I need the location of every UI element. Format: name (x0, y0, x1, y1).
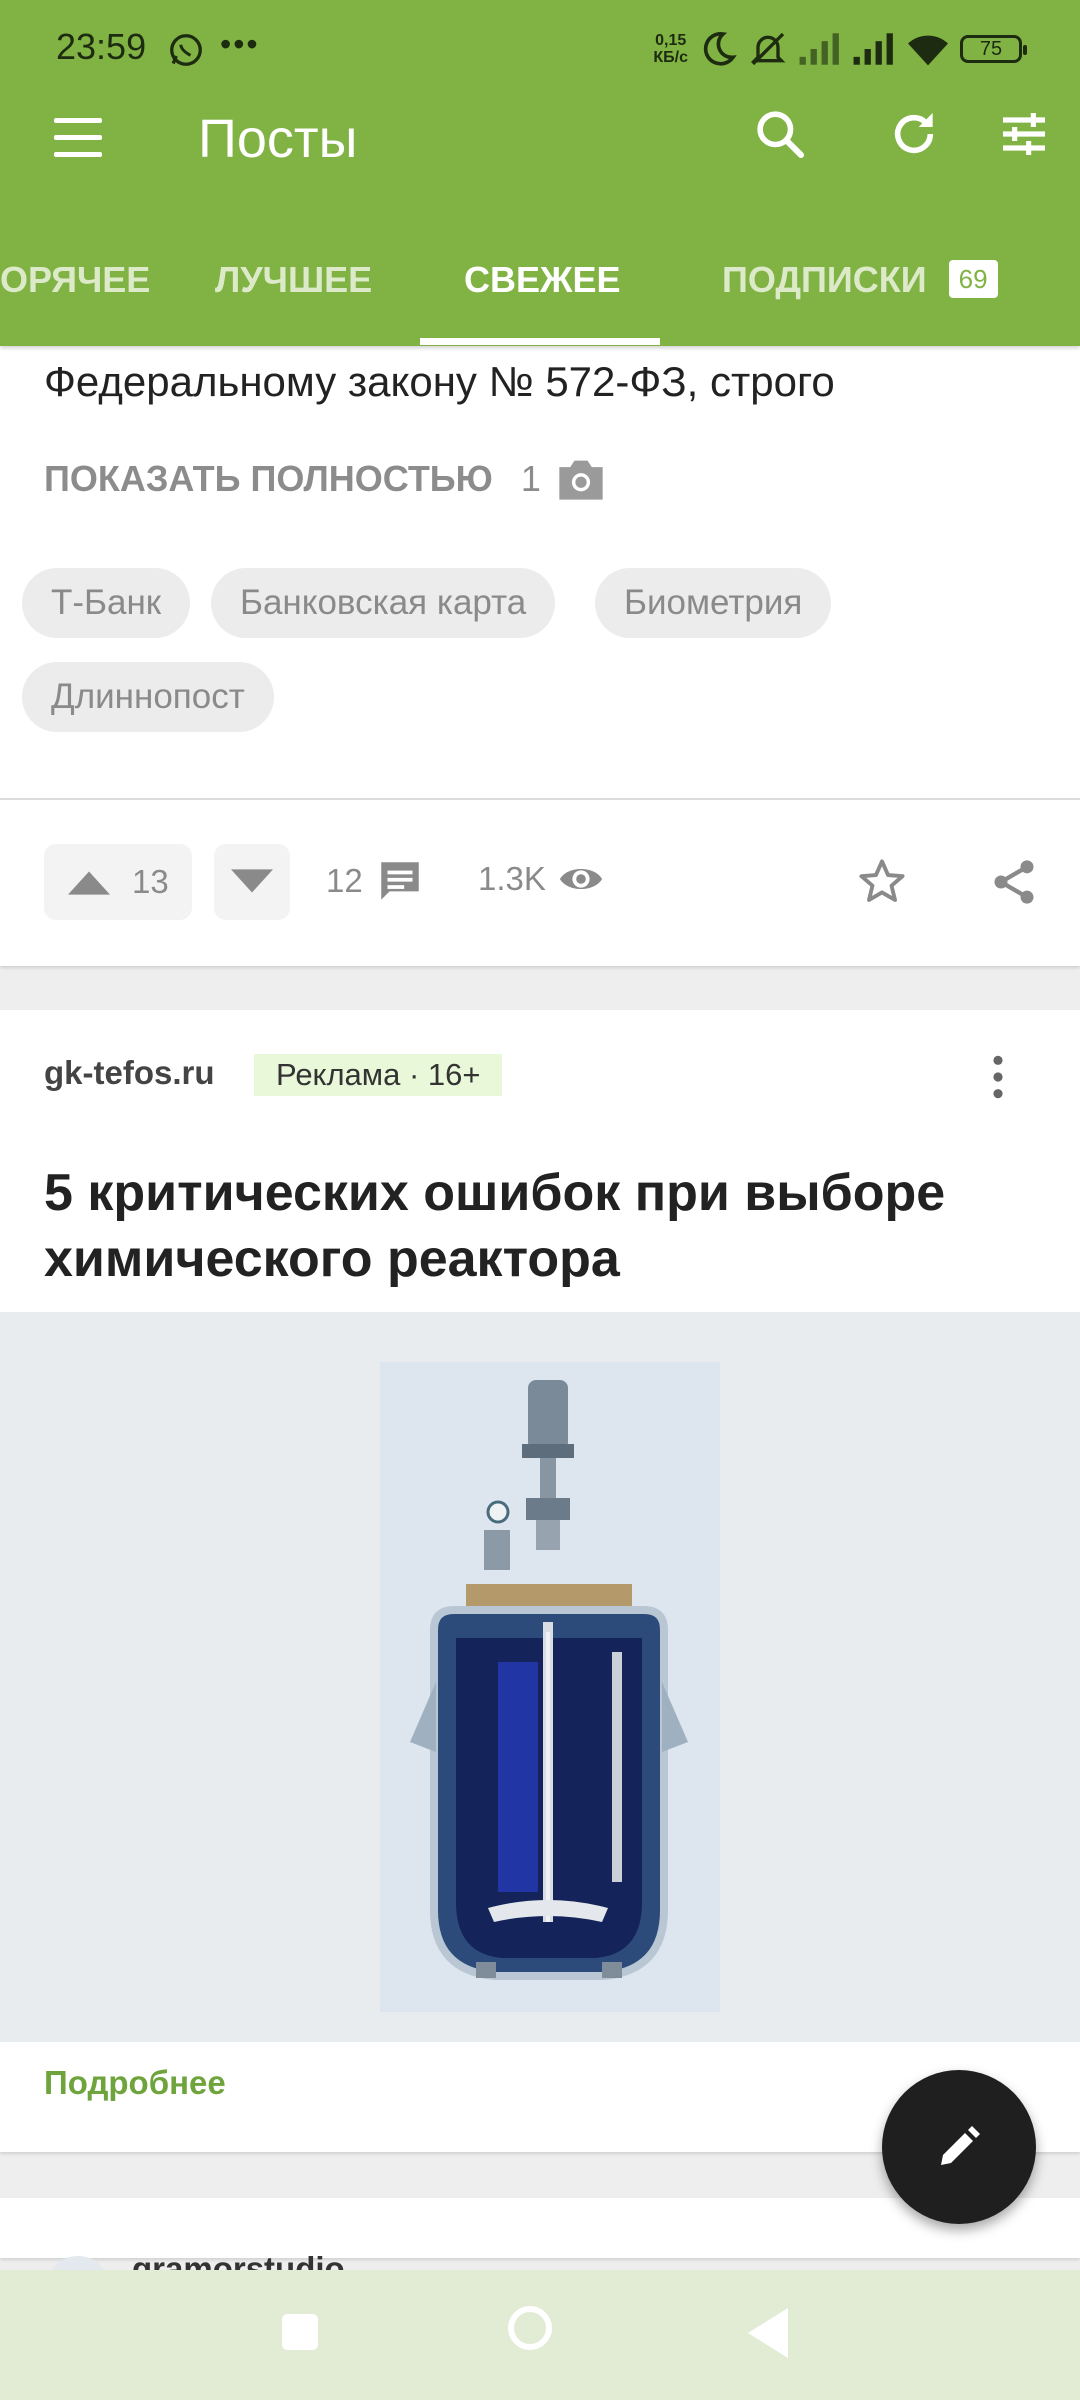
tab-subscriptions-label: ПОДПИСКИ (722, 259, 927, 300)
kebab-menu-icon[interactable] (984, 1052, 1012, 1102)
downvote-button[interactable] (214, 844, 290, 920)
photo-count: 1 (520, 458, 541, 499)
ad-more-link[interactable]: Подробнее (44, 2064, 226, 2102)
ad-label: Реклама · 16+ (254, 1054, 503, 1096)
refresh-icon[interactable] (886, 106, 942, 162)
ad-card: gk-tefos.ru Реклама · 16+ 5 критических … (0, 1010, 1080, 2152)
filter-icon[interactable] (996, 106, 1052, 162)
tag-chip[interactable]: Длиннопост (22, 662, 274, 732)
ad-title[interactable]: 5 критических ошибок при выборе химическ… (44, 1160, 1044, 1292)
views-count: 1.3K (478, 860, 546, 897)
pencil-icon (941, 2126, 980, 2165)
ad-source[interactable]: gk-tefos.ru (44, 1054, 215, 1092)
comments-count: 12 (326, 862, 363, 899)
rating-count: 13 (132, 863, 169, 900)
status-time: 23:59 (56, 26, 147, 67)
net-speed-unit: КБ/с (653, 49, 688, 66)
create-post-button[interactable] (882, 2070, 1036, 2224)
status-icons: 0,15 КБ/с 75 (653, 24, 1027, 74)
share-icon[interactable] (988, 856, 1040, 908)
tab-hot[interactable]: ОРЯЧЕЕ (0, 230, 150, 346)
arrow-down-icon (231, 869, 273, 893)
net-speed: 0,15 КБ/с (653, 32, 688, 66)
signal-icon (853, 33, 893, 65)
more-dots-icon: ••• (220, 26, 260, 62)
reactor-image (380, 1362, 720, 2012)
feed-tabs: ОРЯЧЕЕ ЛУЧШЕЕ СВЕЖЕЕ ПОДПИСКИ 69 (0, 230, 1080, 346)
arrow-up-icon (68, 871, 110, 895)
eye-icon (559, 868, 602, 890)
tag-chip[interactable]: Т-Банк (22, 568, 191, 638)
nav-back-icon[interactable] (748, 2308, 788, 2358)
subscriptions-badge: 69 (948, 260, 998, 299)
menu-icon[interactable] (54, 118, 102, 158)
tag-chip[interactable]: Банковская карта (211, 568, 556, 638)
divider (0, 798, 1080, 800)
search-icon[interactable] (752, 106, 808, 162)
whatsapp-icon (170, 34, 202, 66)
star-icon[interactable] (856, 856, 908, 908)
battery-indicator: 75 (960, 35, 1027, 63)
active-tab-indicator (420, 338, 660, 345)
post-text: Федеральному закону № 572-ФЗ, строго (44, 358, 835, 405)
tab-subscriptions[interactable]: ПОДПИСКИ 69 (722, 230, 998, 346)
ad-image[interactable] (0, 1312, 1080, 2042)
tab-fresh[interactable]: СВЕЖЕЕ (464, 230, 621, 346)
comments-button[interactable]: 12 (326, 856, 425, 906)
camera-icon (559, 460, 603, 500)
signal-icon (799, 33, 839, 65)
system-nav-bar (0, 2270, 1080, 2400)
app-header: 23:59 ••• 0,15 КБ/с 75 Посты ОРЯЧЕЕ ЛУЧШ… (0, 0, 1080, 346)
views-indicator: 1.3K (478, 856, 604, 902)
net-speed-value: 0,15 (655, 32, 687, 49)
comment-icon (380, 862, 419, 900)
nav-circle-icon[interactable] (508, 2306, 552, 2350)
show-full-label: ПОКАЗАТЬ ПОЛНОСТЬЮ (44, 458, 493, 499)
page-title: Посты (198, 109, 358, 169)
post-card: Федеральному закону № 572-ФЗ, строго ПОК… (0, 346, 1080, 966)
tag-chip[interactable]: Биометрия (595, 568, 832, 638)
moon-icon (703, 32, 737, 66)
bell-off-icon (750, 32, 786, 66)
tab-best[interactable]: ЛУЧШЕЕ (215, 230, 372, 346)
upvote-button[interactable]: 13 (44, 844, 192, 920)
wifi-icon (908, 35, 948, 66)
show-full-button[interactable]: ПОКАЗАТЬ ПОЛНОСТЬЮ 1 (44, 456, 607, 502)
nav-square-icon[interactable] (282, 2314, 318, 2350)
